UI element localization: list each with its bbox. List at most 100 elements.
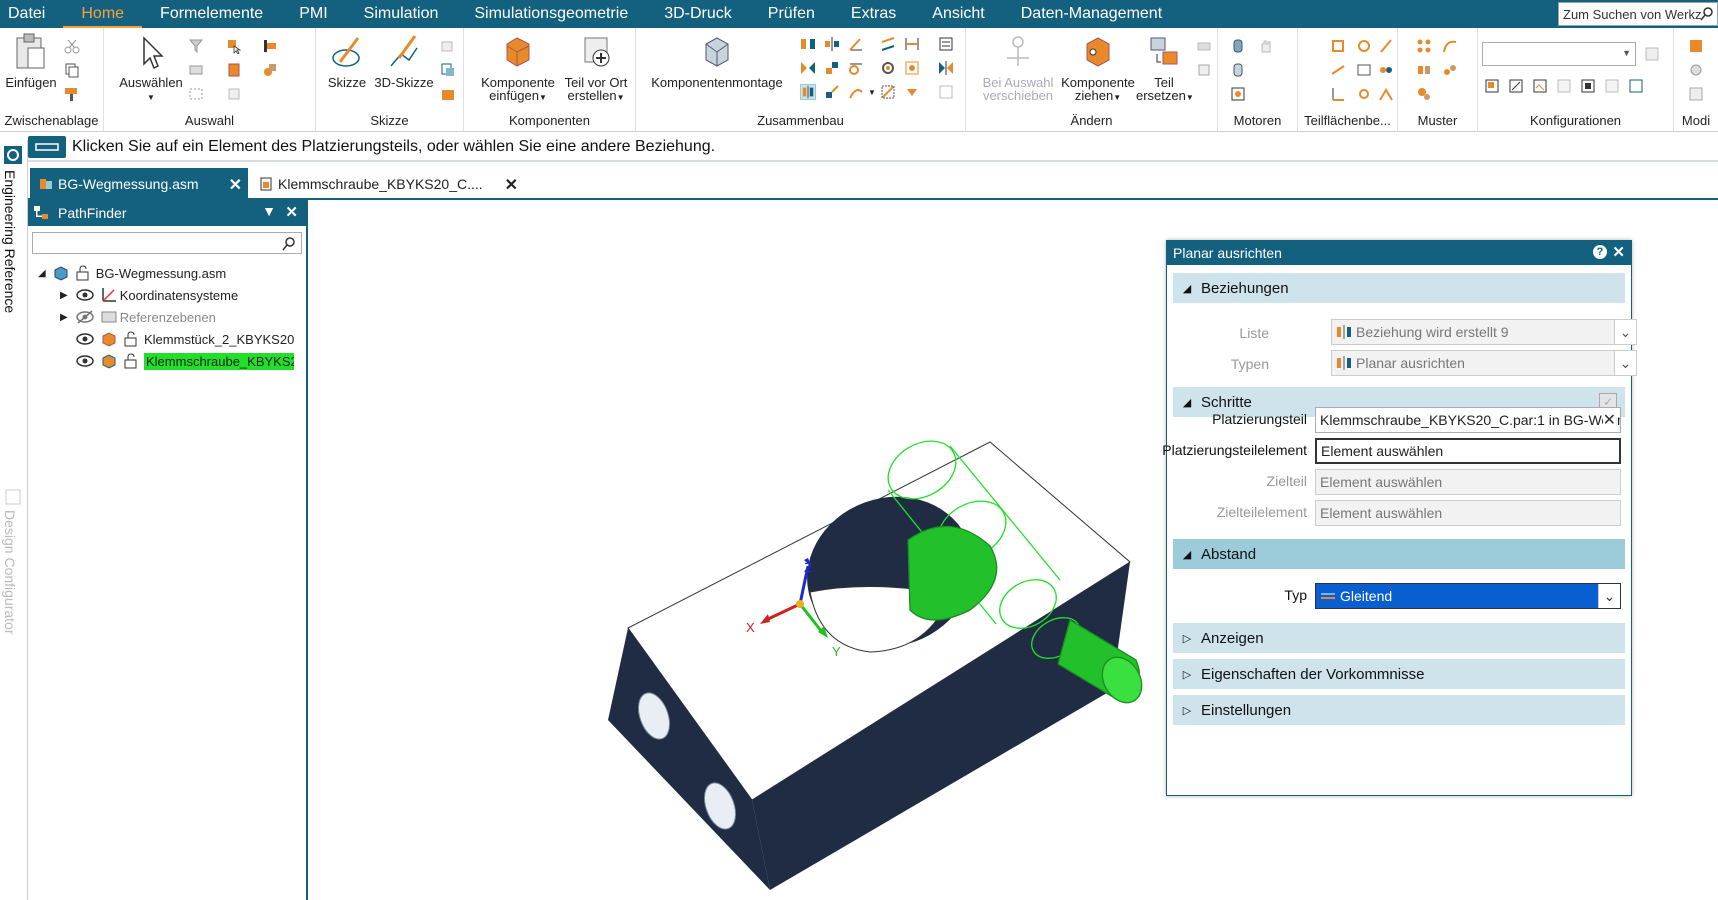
face-icon-1[interactable] bbox=[1330, 38, 1346, 54]
tree-item-klemmstueck[interactable]: Klemmstück_2_KBYKS20 bbox=[76, 328, 294, 350]
command-bar-icon[interactable] bbox=[28, 136, 66, 158]
menu-extras[interactable]: Extras bbox=[833, 0, 914, 28]
modi-icon-2[interactable] bbox=[1688, 62, 1704, 78]
motor-icon[interactable] bbox=[1230, 38, 1246, 54]
clear-icon[interactable]: ✕ bbox=[1602, 410, 1616, 430]
cam-icon[interactable] bbox=[848, 84, 864, 100]
copy-icon[interactable] bbox=[64, 62, 80, 78]
ground-icon[interactable] bbox=[904, 84, 920, 100]
tree-root[interactable]: ◢ BG-Wegmessung.asm bbox=[38, 262, 226, 284]
face-icon-2[interactable] bbox=[1356, 38, 1372, 54]
close-icon[interactable]: ✕ bbox=[229, 175, 242, 195]
list-select[interactable]: Beziehung wird erstellt 9 ⌄ bbox=[1331, 319, 1637, 345]
pattern-along-curve-icon[interactable] bbox=[1442, 38, 1458, 54]
cut-icon[interactable] bbox=[64, 38, 80, 54]
engineering-reference-icon[interactable] bbox=[2, 144, 24, 166]
help-icon[interactable]: ? bbox=[1593, 245, 1607, 259]
config-icon-2[interactable] bbox=[1508, 78, 1524, 94]
modi-icon-1[interactable] bbox=[1688, 38, 1704, 54]
part-in-place-button[interactable]: Teil vor Ort erstellen▼ bbox=[558, 32, 634, 104]
menu-pmi[interactable]: PMI bbox=[281, 0, 345, 28]
select-button[interactable]: Auswählen ▼ bbox=[116, 32, 186, 104]
tab-klemmschraube[interactable]: Klemmschraube_KBYKS20_C.... ✕ bbox=[250, 168, 524, 200]
select-tools-icon[interactable] bbox=[188, 62, 204, 78]
distance-icon[interactable] bbox=[904, 36, 920, 52]
format-painter-icon[interactable] bbox=[64, 86, 80, 102]
eye-icon[interactable] bbox=[76, 332, 94, 346]
mate-icon[interactable] bbox=[800, 36, 816, 52]
menu-pruefen[interactable]: Prüfen bbox=[750, 0, 833, 28]
show-relations-icon[interactable] bbox=[938, 84, 954, 100]
collapse-icon[interactable]: ◢ bbox=[38, 268, 46, 279]
tree-item-klemmschraube[interactable]: Klemmschraube_KBYKS2 bbox=[76, 350, 294, 372]
placement-part-field[interactable]: Klemmschraube_KBYKS20_C.par:1 in BG-Wegm… bbox=[1315, 407, 1621, 433]
face-icon-9[interactable] bbox=[1378, 86, 1394, 102]
face-icon-8[interactable] bbox=[1356, 86, 1372, 102]
select-assembly-icon[interactable] bbox=[226, 62, 242, 78]
eye-icon[interactable] bbox=[75, 288, 94, 302]
replace-part-button[interactable]: Teil ersetzen▼ bbox=[1136, 32, 1194, 104]
tangent-icon[interactable] bbox=[848, 60, 864, 76]
tree-item-referenzebenen[interactable]: ▶ Referenzebenen bbox=[60, 306, 216, 328]
eye-icon[interactable] bbox=[76, 354, 94, 368]
path-icon[interactable] bbox=[880, 84, 896, 100]
close-icon[interactable]: ✕ bbox=[285, 203, 298, 221]
section-settings[interactable]: ▷ Einstellungen bbox=[1173, 695, 1625, 725]
menu-ansicht[interactable]: Ansicht bbox=[914, 0, 1002, 28]
parallel-icon[interactable] bbox=[880, 36, 896, 52]
sketch-button[interactable]: Skizze bbox=[324, 32, 370, 89]
design-configurator-icon[interactable] bbox=[4, 488, 22, 506]
face-icon-5[interactable] bbox=[1356, 62, 1372, 78]
tab-bg-wegmessung[interactable]: BG-Wegmessung.asm ✕ bbox=[30, 168, 248, 200]
transfer-icon[interactable] bbox=[1196, 38, 1212, 54]
config-icon-3[interactable] bbox=[1532, 78, 1548, 94]
target-elem-field[interactable]: Element auswählen bbox=[1315, 500, 1621, 526]
connect-icon[interactable] bbox=[824, 60, 840, 76]
paste-button[interactable]: Einfügen bbox=[4, 32, 58, 89]
relationship-list-icon[interactable] bbox=[938, 36, 954, 52]
config-icon-4[interactable] bbox=[1556, 78, 1572, 94]
flip-icon[interactable] bbox=[938, 60, 954, 76]
select-hidden-icon[interactable] bbox=[226, 86, 242, 102]
menu-datei[interactable]: Datei bbox=[0, 0, 63, 28]
section-relations[interactable]: ◢ Beziehungen bbox=[1173, 273, 1625, 303]
side-tab-design-configurator[interactable]: Design Configurator bbox=[2, 510, 18, 635]
menu-3d-druck[interactable]: 3D-Druck bbox=[646, 0, 750, 28]
sketch-copy-icon[interactable] bbox=[440, 38, 456, 54]
config-icon-1[interactable] bbox=[1484, 78, 1500, 94]
sketch3d-button[interactable]: 3D-Skizze bbox=[372, 32, 436, 89]
section-distance[interactable]: ◢ Abstand bbox=[1173, 539, 1625, 569]
menu-daten-management[interactable]: Daten-Management bbox=[1003, 0, 1180, 28]
duplicate-icon[interactable] bbox=[1442, 62, 1458, 78]
section-properties[interactable]: ▷ Eigenschaften der Vorkommnisse bbox=[1173, 659, 1625, 689]
pathfinder-menu-icon[interactable]: ▼ bbox=[262, 203, 276, 219]
align-icon[interactable] bbox=[262, 38, 278, 54]
side-tab-engineering-reference[interactable]: Engineering Reference bbox=[2, 170, 18, 313]
pathfinder-search-input[interactable] bbox=[32, 232, 302, 254]
face-icon-4[interactable] bbox=[1330, 62, 1346, 78]
config-icon-5[interactable] bbox=[1580, 78, 1596, 94]
config-icon-6[interactable] bbox=[1604, 78, 1620, 94]
insert-icon[interactable] bbox=[800, 60, 816, 76]
clamp-block[interactable] bbox=[608, 441, 1131, 890]
flash-fit-icon[interactable] bbox=[800, 84, 816, 100]
box-select-icon[interactable] bbox=[188, 86, 204, 102]
menu-home[interactable]: Home bbox=[63, 2, 143, 28]
mirror-icon[interactable] bbox=[1196, 62, 1212, 78]
drag-component-button[interactable]: Komponente ziehen▼ bbox=[1060, 32, 1136, 104]
config-save-icon[interactable] bbox=[1644, 46, 1660, 62]
face-icon-6[interactable] bbox=[1378, 62, 1394, 78]
component-select-icon[interactable] bbox=[262, 62, 278, 78]
placement-elem-field[interactable]: Element auswählen bbox=[1315, 438, 1621, 464]
menu-simulation[interactable]: Simulation bbox=[346, 0, 457, 28]
select-part-icon[interactable] bbox=[226, 38, 242, 54]
face-icon-3[interactable] bbox=[1378, 38, 1394, 54]
sketch-part-icon[interactable] bbox=[440, 86, 456, 102]
gear-icon[interactable] bbox=[880, 60, 896, 76]
close-icon[interactable]: ✕ bbox=[505, 175, 518, 195]
sketch-project-icon[interactable] bbox=[440, 62, 456, 78]
modi-icon-3[interactable] bbox=[1688, 86, 1704, 102]
face-icon-7[interactable] bbox=[1330, 86, 1346, 102]
component-assembly-button[interactable]: Komponentenmontage bbox=[644, 32, 790, 89]
hand-icon[interactable] bbox=[1258, 38, 1274, 54]
